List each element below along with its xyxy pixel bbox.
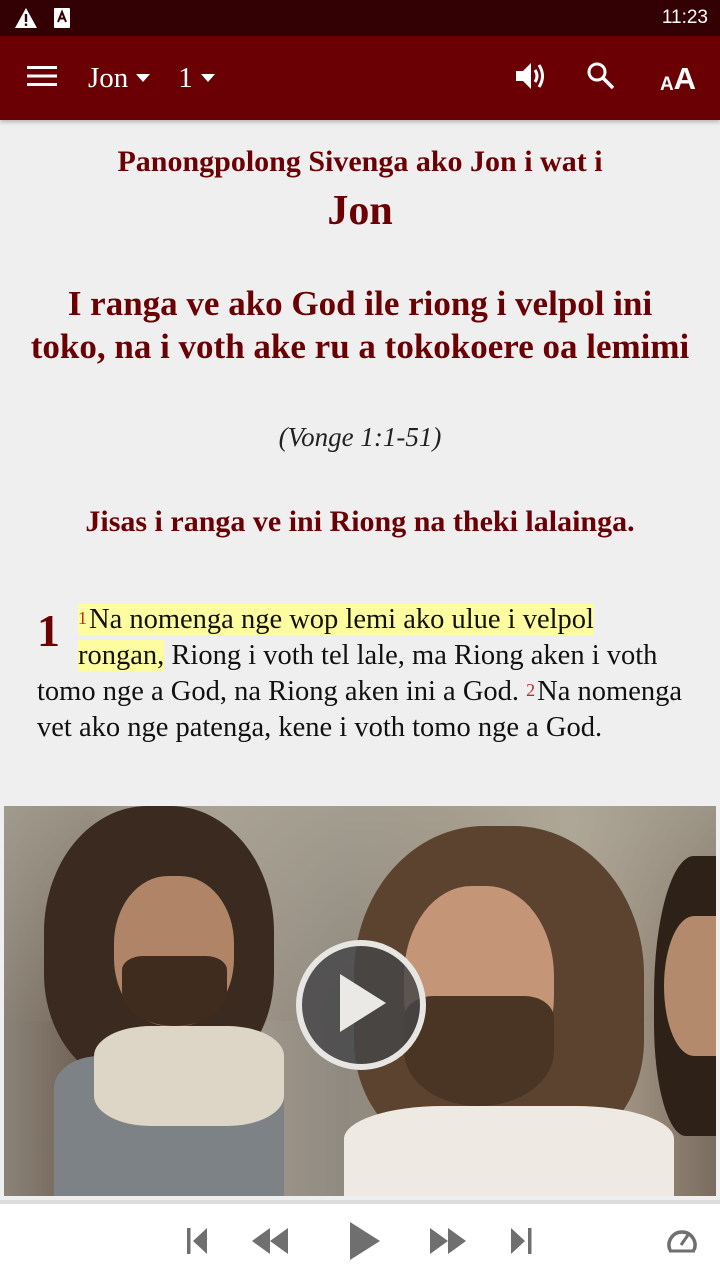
fast-forward-button[interactable] bbox=[424, 1218, 474, 1268]
video-thumbnail[interactable] bbox=[4, 806, 716, 1196]
chapter-selector[interactable]: 1 bbox=[174, 36, 219, 120]
verse-number: 2 bbox=[526, 680, 536, 700]
scripture-content[interactable]: Panongpolong Sivenga ako Jon i wat i Jon… bbox=[0, 120, 720, 1200]
search-icon bbox=[586, 61, 616, 95]
search-button[interactable] bbox=[566, 36, 636, 120]
chevron-down-icon bbox=[136, 74, 151, 82]
app-bar: Jon 1 AA bbox=[0, 36, 720, 120]
skip-previous-button[interactable] bbox=[180, 1218, 220, 1268]
rewind-icon bbox=[250, 1226, 292, 1260]
skip-next-icon bbox=[507, 1226, 537, 1260]
verse-number: 1 bbox=[78, 608, 87, 628]
font-app-notification-icon bbox=[54, 8, 70, 28]
skip-previous-icon bbox=[185, 1226, 215, 1260]
fast-forward-icon bbox=[428, 1226, 470, 1260]
chapter-label: 1 bbox=[178, 61, 193, 94]
playback-speed-button[interactable] bbox=[662, 1218, 702, 1268]
playback-speed-icon bbox=[666, 1228, 698, 1258]
verse-block: 1 1Na nomenga nge wop lemi ako ulue i ve… bbox=[37, 602, 687, 746]
chapter-number: 1 bbox=[37, 605, 60, 656]
rewind-button[interactable] bbox=[246, 1218, 296, 1268]
chevron-down-icon bbox=[200, 74, 215, 82]
book-label: Jon bbox=[88, 61, 129, 94]
audio-player-bar bbox=[0, 1200, 720, 1280]
text-size-button[interactable]: AA bbox=[636, 36, 720, 120]
book-title: Jon bbox=[327, 188, 393, 234]
section-reference: (Vonge 1:1-51) bbox=[278, 422, 442, 452]
status-time: 11:23 bbox=[661, 7, 708, 28]
warning-icon bbox=[14, 7, 38, 29]
play-icon bbox=[348, 1221, 382, 1265]
section-title: I ranga ve ako God ile riong i velpol in… bbox=[30, 284, 690, 366]
play-circle-icon bbox=[334, 972, 388, 1038]
status-bar: 11:23 bbox=[0, 0, 720, 36]
audio-button[interactable] bbox=[496, 36, 566, 120]
book-intro-heading: Panongpolong Sivenga ako Jon i wat i bbox=[117, 145, 603, 178]
play-button[interactable] bbox=[340, 1218, 390, 1268]
subsection-title: Jisas i ranga ve ini Riong na theki lala… bbox=[85, 505, 635, 538]
hamburger-menu-icon bbox=[27, 65, 57, 91]
text-size-icon: AA bbox=[659, 60, 697, 96]
skip-next-button[interactable] bbox=[502, 1218, 542, 1268]
book-selector[interactable]: Jon bbox=[84, 36, 154, 120]
menu-button[interactable] bbox=[0, 36, 84, 120]
speaker-audio-icon bbox=[514, 60, 548, 96]
video-play-button[interactable] bbox=[296, 940, 426, 1070]
